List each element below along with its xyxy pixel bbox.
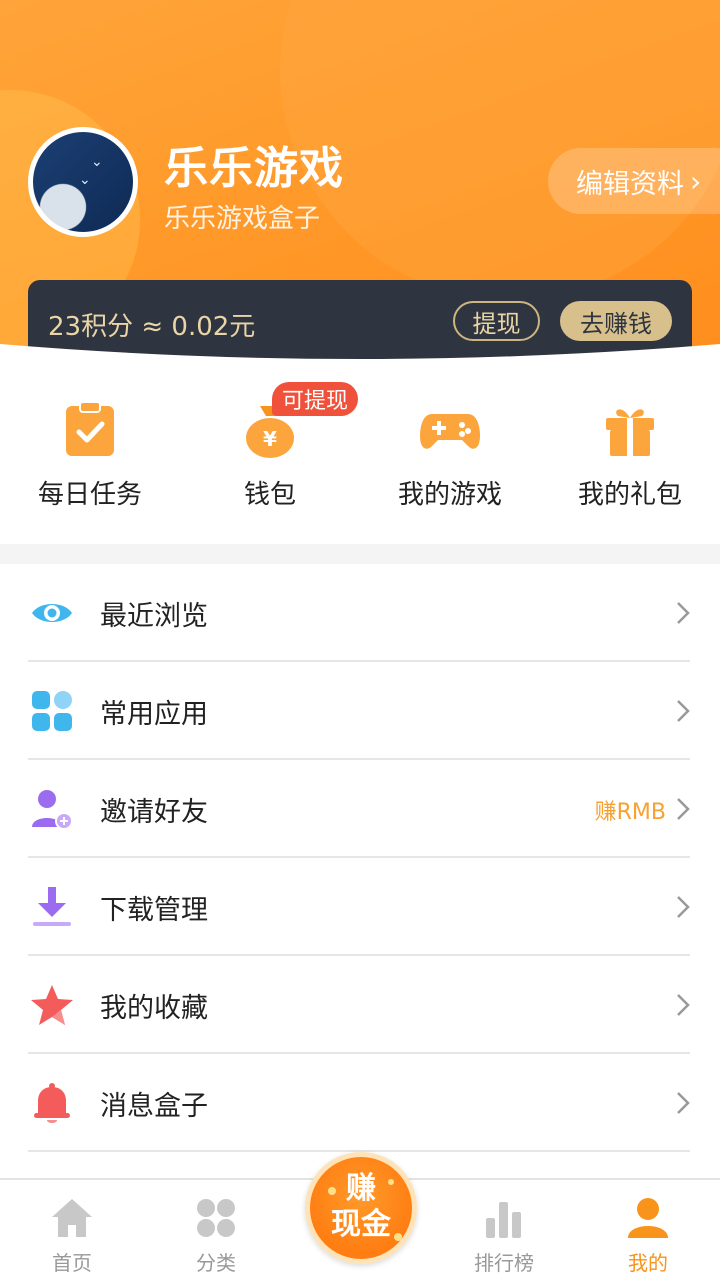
- profile-header: ⌄ ⌄ 乐乐游戏 乐乐游戏盒子 编辑资料 › 23积分 ≈ 0.02元 提现 去…: [0, 0, 720, 380]
- chevron-right-icon: ›: [690, 164, 702, 198]
- menu-item-message-box[interactable]: 消息盒子: [0, 1054, 720, 1152]
- earn-cash-label: 赚 现金: [310, 1171, 412, 1243]
- menu-item-label: 下载管理: [100, 895, 208, 926]
- home-icon: [52, 1199, 92, 1237]
- quick-action-daily-tasks[interactable]: 每日任务: [0, 360, 180, 544]
- chevron-right-icon: [677, 602, 690, 624]
- quick-action-label: 每日任务: [37, 480, 142, 510]
- earn-rmb-text: 赚RMB: [594, 800, 666, 825]
- profile-subtitle: 乐乐游戏盒子: [164, 204, 321, 234]
- ranking-icon: [486, 1202, 521, 1238]
- earn-cash-button[interactable]: 赚 现金: [305, 1152, 417, 1264]
- star-icon: [31, 985, 73, 1025]
- earn-cash-line1: 赚: [346, 1171, 376, 1206]
- download-icon: [33, 887, 71, 926]
- tab-home[interactable]: 首页: [0, 1192, 144, 1280]
- menu-item-label: 消息盒子: [100, 1091, 208, 1122]
- svg-text:¥: ¥: [263, 427, 277, 451]
- tab-ranking[interactable]: 排行榜: [432, 1192, 576, 1280]
- withdrawable-badge: 可提现: [272, 382, 359, 416]
- eye-icon: [32, 604, 72, 622]
- quick-action-label: 我的礼包: [577, 480, 682, 510]
- earn-money-button[interactable]: 去赚钱: [560, 301, 672, 341]
- chevron-right-icon: [677, 700, 690, 722]
- chevron-right-icon: [677, 798, 690, 820]
- tab-label: 分类: [196, 1251, 236, 1275]
- edit-profile-button[interactable]: 编辑资料 ›: [548, 148, 720, 214]
- tab-label: 首页: [52, 1251, 92, 1275]
- bell-icon: [34, 1083, 70, 1123]
- task-icon: [66, 401, 114, 456]
- bird-icon: ⌄: [91, 154, 103, 170]
- bird-icon: ⌄: [79, 172, 91, 188]
- tab-label: 我的: [628, 1251, 668, 1275]
- menu-item-favorites[interactable]: 我的收藏: [0, 956, 720, 1054]
- quick-action-label: 我的游戏: [397, 480, 502, 510]
- chevron-right-icon: [677, 896, 690, 918]
- menu-list: 最近浏览 常用应用 邀请好友 赚RMB 下载管理 我的收藏 消息盒子: [0, 564, 720, 1178]
- quick-action-my-games[interactable]: 我的游戏: [360, 360, 540, 544]
- menu-item-label: 常用应用: [100, 699, 208, 730]
- avatar[interactable]: ⌄ ⌄: [28, 127, 138, 237]
- edit-profile-label: 编辑资料: [576, 168, 684, 200]
- quick-action-my-gifts[interactable]: 我的礼包: [540, 360, 720, 544]
- quick-action-label: 钱包: [243, 480, 296, 510]
- earn-cash-line2: 现金: [331, 1207, 391, 1242]
- username: 乐乐游戏: [164, 143, 344, 194]
- gift-icon: [606, 409, 654, 456]
- menu-item-invite-friends[interactable]: 邀请好友 赚RMB: [0, 760, 720, 858]
- chevron-right-icon: [677, 994, 690, 1016]
- tab-label: 排行榜: [474, 1251, 534, 1275]
- menu-item-label: 邀请好友: [100, 797, 208, 828]
- menu-item-label: 最近浏览: [100, 601, 208, 632]
- tab-category[interactable]: 分类: [144, 1192, 288, 1280]
- menu-item-recent-browse[interactable]: 最近浏览: [0, 564, 720, 662]
- invite-user-icon: [32, 790, 73, 830]
- menu-item-download-manager[interactable]: 下载管理: [0, 858, 720, 956]
- chevron-right-icon: [677, 1092, 690, 1114]
- category-icon: [197, 1199, 235, 1237]
- quick-actions: 每日任务 ¥ 钱包 我的游戏 我的礼包: [0, 360, 720, 544]
- withdraw-button[interactable]: 提现: [453, 301, 540, 341]
- points-text: 23积分 ≈ 0.02元: [48, 312, 256, 342]
- menu-item-common-apps[interactable]: 常用应用: [0, 662, 720, 760]
- user-icon: [628, 1198, 668, 1238]
- apps-grid-icon: [32, 691, 72, 731]
- gamepad-icon: [420, 414, 480, 449]
- tab-mine[interactable]: 我的: [576, 1192, 720, 1280]
- menu-item-label: 我的收藏: [100, 993, 208, 1024]
